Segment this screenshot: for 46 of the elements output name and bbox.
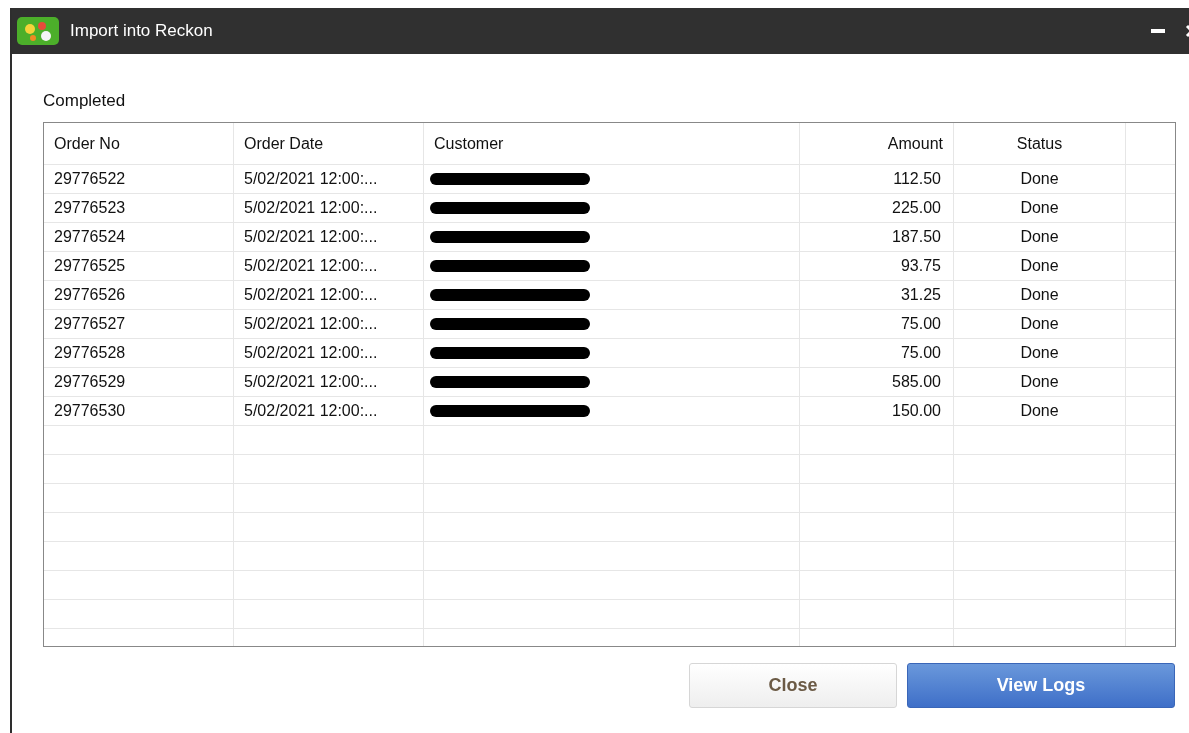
table-cell-text: 29776524 (54, 227, 126, 247)
table-cell-text: 5/02/2021 12:00:... (244, 372, 378, 392)
table-cell-text: 75.00 (900, 314, 941, 334)
table-cell-text: 225.00 (892, 198, 941, 218)
table-cell-text: 5/02/2021 12:00:... (244, 198, 378, 218)
app-logo-icon (16, 16, 60, 46)
table-cell-text: 29776529 (54, 372, 126, 392)
status-heading: Completed (43, 91, 126, 110)
table-cell-text: 585.00 (892, 372, 941, 392)
table-cell-text: 31.25 (900, 285, 941, 305)
table-cell-text: 150.00 (892, 401, 941, 421)
table-cell-text: 5/02/2021 12:00:... (244, 401, 378, 421)
table-cell-text: Done (1020, 314, 1059, 334)
table-cell-text: Done (1020, 227, 1059, 247)
column-header[interactable]: Customer (434, 131, 504, 156)
table-cell-text: Done (1020, 343, 1059, 363)
table-cell-text: 29776523 (54, 198, 126, 218)
table-cell-text: 29776526 (54, 285, 126, 305)
table-cell-text: 29776530 (54, 401, 126, 421)
table-cell-text: Done (1020, 169, 1059, 189)
table-cell-text: 29776522 (54, 169, 126, 189)
table-cell-text: 29776527 (54, 314, 126, 334)
table-cell-text: Done (1020, 198, 1059, 218)
table-cell-text: 187.50 (892, 227, 941, 247)
table-cell-text: 5/02/2021 12:00:... (244, 314, 378, 334)
table-cell-text: 5/02/2021 12:00:... (244, 169, 378, 189)
table-cell-text: Done (1020, 285, 1059, 305)
column-header[interactable]: Order Date (244, 131, 324, 156)
column-header[interactable]: Order No (54, 131, 120, 156)
table-cell-text: 112.50 (893, 169, 941, 189)
column-header[interactable]: Status (1016, 131, 1063, 156)
window-title: Import into Reckon (70, 20, 213, 43)
table-cell-text: 75.00 (900, 343, 941, 363)
dialog-button[interactable]: Close (689, 663, 897, 708)
table-cell-text: Done (1020, 401, 1059, 421)
table-cell-text: 5/02/2021 12:00:... (244, 343, 378, 363)
table-cell-text: Done (1020, 372, 1059, 392)
table-cell-text: 5/02/2021 12:00:... (244, 256, 378, 276)
table-cell-text: 29776528 (54, 343, 126, 363)
table-cell-text: 5/02/2021 12:00:... (244, 285, 378, 305)
table-cell-text: 29776525 (54, 256, 126, 276)
dialog-button[interactable]: View Logs (907, 663, 1175, 708)
column-header[interactable]: Amount (887, 131, 943, 156)
table-cell-text: 93.75 (900, 256, 941, 276)
table-cell-text: 5/02/2021 12:00:... (244, 227, 378, 247)
table-cell-text: Done (1020, 256, 1059, 276)
